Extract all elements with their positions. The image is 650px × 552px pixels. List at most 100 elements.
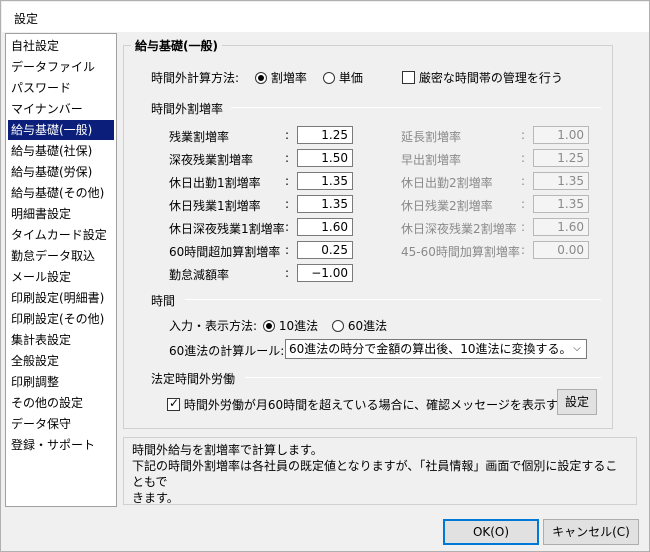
rate-input-extension[interactable]: 1.00 <box>533 126 589 144</box>
sidebar-item-attendance-import[interactable]: 勤怠データ取込 <box>8 246 114 266</box>
rate-input-over60[interactable]: 0.25 <box>297 241 353 259</box>
radio-unit[interactable]: 単価 <box>323 69 363 86</box>
sidebar-item-print-adjust[interactable]: 印刷調整 <box>8 372 114 392</box>
radio-rate-label: 割増率 <box>270 71 307 85</box>
rate-input-deduction[interactable]: −1.00 <box>297 264 353 282</box>
description-line-2: 下記の時間外割増率は各社員の既定値となりますが、「社員情報」画面で個別に設定する… <box>132 459 618 489</box>
calc-method-label: 時間外計算方法: <box>151 71 240 85</box>
cancel-button[interactable]: キャンセル(C) <box>543 519 639 545</box>
legal-section-title: 法定時間外労働 <box>151 372 236 386</box>
radio-sexagesimal-indicator[interactable] <box>332 320 344 332</box>
strict-time-label: 厳密な時間帯の管理を行う <box>418 71 563 85</box>
colon: : <box>285 243 290 257</box>
rate-input-overtime[interactable]: 1.25 <box>297 126 353 144</box>
sidebar-item-timecard[interactable]: タイムカード設定 <box>8 225 114 245</box>
input-method-label: 入力・表示方法: <box>169 319 258 333</box>
radio-sexagesimal-label: 60進法 <box>347 319 388 333</box>
rate-label-deduction: 勤怠減額率 <box>169 268 230 282</box>
sidebar-item-salary-general[interactable]: 給与基礎(一般) <box>8 120 114 140</box>
rate-input-holiday1[interactable]: 1.35 <box>297 172 353 190</box>
sidebar-item-salary-other[interactable]: 給与基礎(その他) <box>8 183 114 203</box>
sidebar-item-company[interactable]: 自社設定 <box>8 36 114 56</box>
over60-warning-checkbox-box[interactable] <box>167 396 180 411</box>
legal-settings-button[interactable]: 設定 <box>557 389 597 415</box>
rule-select[interactable]: 60進法の時分で金額の算出後、10進法に変換する。 ⌵ <box>285 339 587 359</box>
description-line-3: きます。 <box>132 491 179 505</box>
rate-input-holiday-overtime1[interactable]: 1.35 <box>297 195 353 213</box>
rule-select-value: 60進法の時分で金額の算出後、10進法に変換する。 <box>289 342 572 356</box>
rate-label-night-overtime: 深夜残業割増率 <box>169 153 254 167</box>
sidebar-item-mail[interactable]: メール設定 <box>8 267 114 287</box>
rule-label: 60進法の計算ルール: <box>169 344 285 358</box>
rate-label-extension: 延長割増率 <box>401 130 462 144</box>
sidebar-item-print-statement[interactable]: 印刷設定(明細書) <box>8 288 114 308</box>
rate-input-holiday-overtime2[interactable]: 1.35 <box>533 195 589 213</box>
rate-input-holiday-night1[interactable]: 1.60 <box>297 218 353 236</box>
rate-label-45-60: 45-60時間加算割増率 <box>401 245 520 259</box>
sidebar-item-summary[interactable]: 集計表設定 <box>8 330 114 350</box>
colon: : <box>521 174 526 188</box>
group-title: 給与基礎(一般) <box>131 37 222 54</box>
rate-input-holiday-night2[interactable]: 1.60 <box>533 218 589 236</box>
sidebar-item-datafile[interactable]: データファイル <box>8 57 114 77</box>
time-section-title: 時間 <box>151 294 176 308</box>
colon: : <box>285 151 290 165</box>
title-bar: 設定 <box>2 2 649 32</box>
settings-window: 設定 自社設定 データファイル パスワード マイナンバー 給与基礎(一般) 給与… <box>0 0 650 552</box>
colon: : <box>285 197 290 211</box>
rate-input-night-overtime[interactable]: 1.50 <box>297 149 353 167</box>
radio-rate-indicator[interactable] <box>255 72 267 84</box>
colon: : <box>285 174 290 188</box>
description-panel: 時間外給与を割増率で計算します。 下記の時間外割増率は各社員の既定値となりますが… <box>123 437 637 505</box>
sidebar-item-salary-social[interactable]: 給与基礎(社保) <box>8 141 114 161</box>
strict-time-checkbox[interactable]: 厳密な時間帯の管理を行う <box>402 69 563 86</box>
colon: : <box>285 266 290 280</box>
radio-unit-indicator[interactable] <box>323 72 335 84</box>
rate-label-holiday-overtime2: 休日残業2割増率 <box>401 199 493 213</box>
rate-label-early: 早出割増率 <box>401 153 462 167</box>
over60-warning-label: 時間外労働が月60時間を超えている場合に、確認メッセージを表示する <box>183 398 570 412</box>
rate-label-holiday-overtime1: 休日残業1割増率 <box>169 199 261 213</box>
sidebar-item-other[interactable]: その他の設定 <box>8 393 114 413</box>
over60-warning-checkbox[interactable]: 時間外労働が月60時間を超えている場合に、確認メッセージを表示する <box>167 396 570 413</box>
rate-label-holiday-night1: 休日深夜残業1割増率 <box>169 222 285 236</box>
sidebar-item-mynumber[interactable]: マイナンバー <box>8 99 114 119</box>
time-separator <box>185 299 601 300</box>
colon: : <box>521 197 526 211</box>
window-title: 設定 <box>14 12 39 26</box>
radio-rate[interactable]: 割増率 <box>255 69 307 86</box>
radio-decimal[interactable]: 10進法 <box>263 317 318 334</box>
rates-section-title: 時間外割増率 <box>151 102 224 116</box>
sidebar-item-maintenance[interactable]: データ保守 <box>8 414 114 434</box>
rates-separator <box>231 107 601 108</box>
sidebar-item-support[interactable]: 登録・サポート <box>8 435 114 455</box>
colon: : <box>521 151 526 165</box>
sidebar-item-print-other[interactable]: 印刷設定(その他) <box>8 309 114 329</box>
colon: : <box>285 128 290 142</box>
radio-sexagesimal[interactable]: 60進法 <box>332 317 387 334</box>
rate-input-45-60[interactable]: 0.00 <box>533 241 589 259</box>
rate-input-early[interactable]: 1.25 <box>533 149 589 167</box>
radio-unit-label: 単価 <box>338 71 363 85</box>
sidebar-item-general[interactable]: 全般設定 <box>8 351 114 371</box>
strict-time-checkbox-box[interactable] <box>402 71 415 84</box>
description-line-1: 時間外給与を割増率で計算します。 <box>132 443 323 457</box>
sidebar-item-password[interactable]: パスワード <box>8 78 114 98</box>
colon: : <box>521 220 526 234</box>
chevron-down-icon[interactable]: ⌵ <box>568 340 586 358</box>
rate-label-holiday1: 休日出勤1割増率 <box>169 176 261 190</box>
rate-label-overtime: 残業割増率 <box>169 130 230 144</box>
rate-input-holiday2[interactable]: 1.35 <box>533 172 589 190</box>
colon: : <box>521 243 526 257</box>
rate-label-over60: 60時間超加算割増率 <box>169 245 281 259</box>
sidebar[interactable]: 自社設定 データファイル パスワード マイナンバー 給与基礎(一般) 給与基礎(… <box>5 33 117 507</box>
colon: : <box>521 128 526 142</box>
legal-separator <box>245 377 601 378</box>
rate-label-holiday2: 休日出勤2割増率 <box>401 176 493 190</box>
sidebar-item-statement[interactable]: 明細書設定 <box>8 204 114 224</box>
radio-decimal-label: 10進法 <box>278 319 319 333</box>
radio-decimal-indicator[interactable] <box>263 320 275 332</box>
colon: : <box>285 220 290 234</box>
ok-button[interactable]: OK(O) <box>443 519 539 545</box>
sidebar-item-salary-labor[interactable]: 給与基礎(労保) <box>8 162 114 182</box>
